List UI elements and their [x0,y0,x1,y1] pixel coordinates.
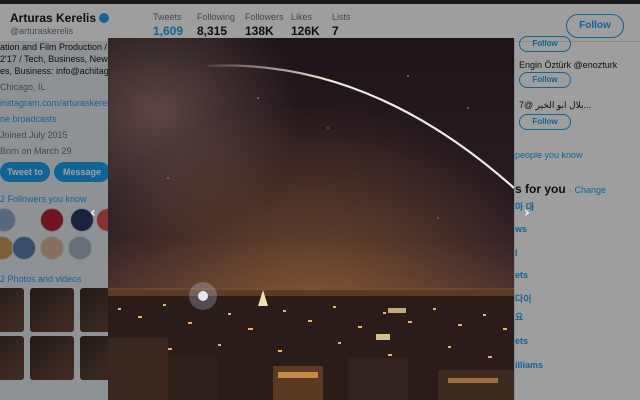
media-lightbox[interactable]: ‹ › [108,38,514,400]
night-city-photo [108,38,514,400]
chevron-left-icon[interactable]: ‹ [90,205,96,221]
city-skyline [108,282,514,400]
chevron-right-icon[interactable]: › [524,205,530,221]
